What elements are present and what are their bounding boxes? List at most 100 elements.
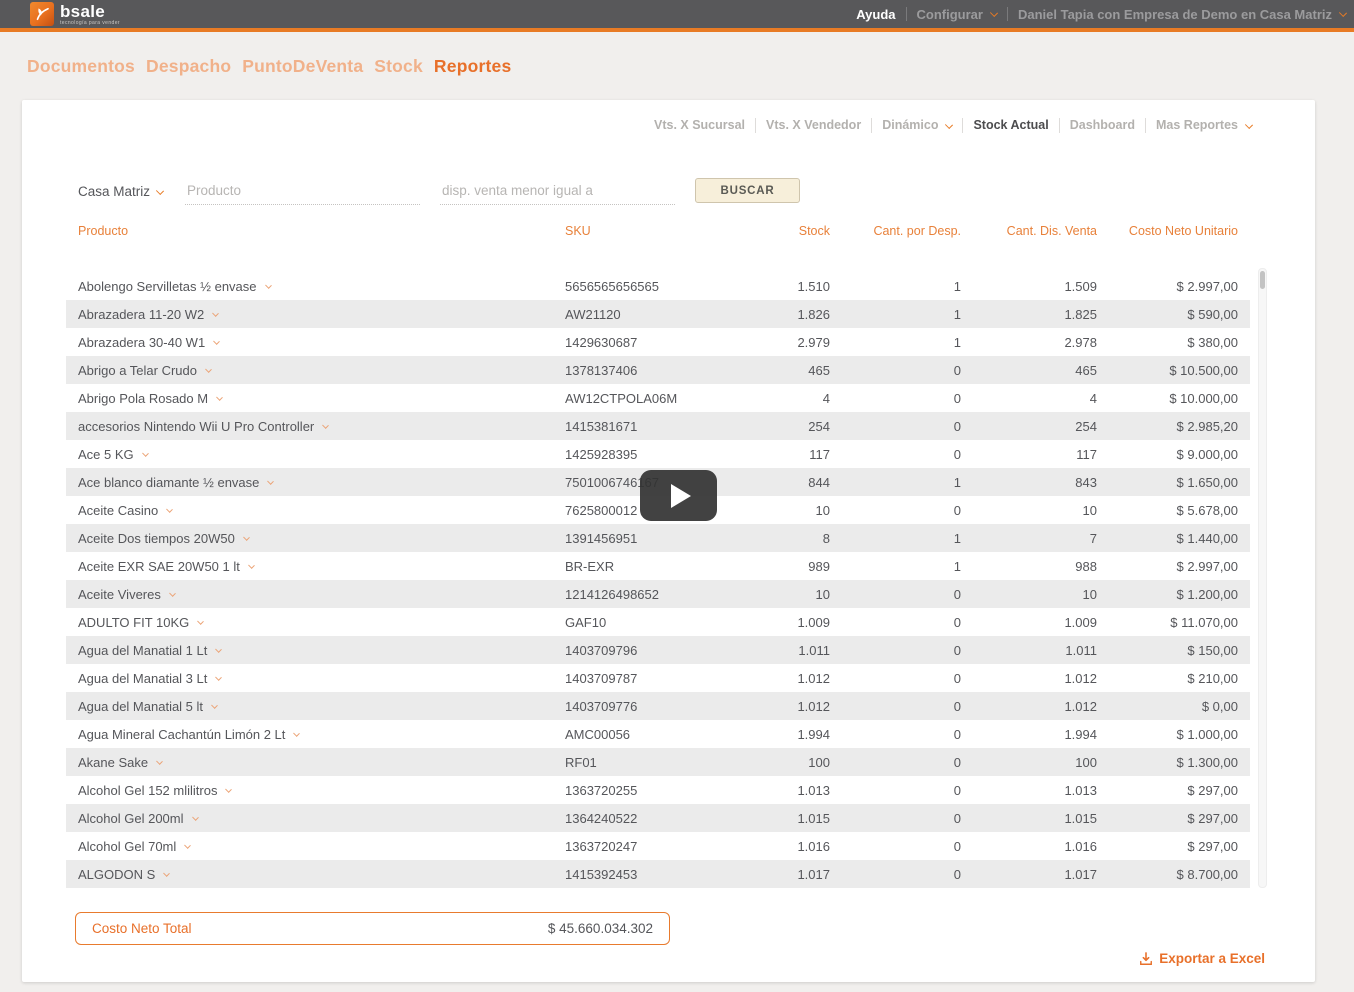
product-actions-chevron-icon[interactable] bbox=[212, 310, 219, 317]
cell-product: Akane Sake bbox=[66, 755, 565, 770]
cell-dis: 1.012 bbox=[961, 671, 1097, 686]
cell-desp: 1 bbox=[830, 335, 961, 350]
cell-stock: 254 bbox=[700, 419, 830, 434]
tab-vts-x-sucursal[interactable]: Vts. X Sucursal bbox=[644, 118, 756, 133]
product-name: Abrazadera 11-20 W2 bbox=[78, 307, 204, 322]
cell-dis: 988 bbox=[961, 559, 1097, 574]
product-actions-chevron-icon[interactable] bbox=[169, 590, 176, 597]
branch-selector[interactable]: Casa Matriz bbox=[78, 184, 185, 205]
bsale-logo-icon bbox=[30, 2, 54, 26]
cell-product: Agua Mineral Cachantún Limón 2 Lt bbox=[66, 727, 565, 742]
topbar-menu: Ayuda Configurar Daniel Tapia con Empres… bbox=[856, 7, 1346, 22]
product-actions-chevron-icon[interactable] bbox=[268, 478, 275, 485]
cell-dis: 1.015 bbox=[961, 811, 1097, 826]
nav-item-reportes[interactable]: Reportes bbox=[434, 56, 511, 77]
cell-sku: AMC00056 bbox=[565, 727, 700, 742]
cell-dis: 1.016 bbox=[961, 839, 1097, 854]
export-excel-link[interactable]: Exportar a Excel bbox=[1139, 951, 1265, 966]
cell-sku: 1403709776 bbox=[565, 699, 700, 714]
tab-din-mico[interactable]: Dinámico bbox=[872, 118, 963, 133]
cell-desp: 0 bbox=[830, 447, 961, 462]
cell-stock: 8 bbox=[700, 531, 830, 546]
cell-costo: $ 9.000,00 bbox=[1097, 447, 1250, 462]
product-actions-chevron-icon[interactable] bbox=[216, 646, 223, 653]
product-filter-input[interactable] bbox=[185, 179, 420, 205]
cell-stock: 10 bbox=[700, 503, 830, 518]
cell-sku: 1363720247 bbox=[565, 839, 700, 854]
table-scrollbar[interactable] bbox=[1258, 268, 1267, 888]
cell-costo: $ 1.650,00 bbox=[1097, 475, 1250, 490]
cell-stock: 465 bbox=[700, 363, 830, 378]
tab-vts-x-vendedor[interactable]: Vts. X Vendedor bbox=[756, 118, 872, 133]
plant-icon bbox=[33, 5, 51, 23]
cell-costo: $ 297,00 bbox=[1097, 783, 1250, 798]
table-row: Aceite EXR SAE 20W50 1 ltBR-EXR9891988$ … bbox=[66, 552, 1250, 580]
product-actions-chevron-icon[interactable] bbox=[197, 618, 204, 625]
nav-item-despacho[interactable]: Despacho bbox=[146, 56, 231, 77]
cell-sku: 1403709796 bbox=[565, 643, 700, 658]
user-menu[interactable]: Daniel Tapia con Empresa de Demo en Casa… bbox=[1018, 7, 1346, 22]
cell-product: Aceite EXR SAE 20W50 1 lt bbox=[66, 559, 565, 574]
product-actions-chevron-icon[interactable] bbox=[205, 366, 212, 373]
product-actions-chevron-icon[interactable] bbox=[322, 422, 329, 429]
product-actions-chevron-icon[interactable] bbox=[248, 562, 255, 569]
product-actions-chevron-icon[interactable] bbox=[213, 338, 220, 345]
nav-item-documentos[interactable]: Documentos bbox=[27, 56, 135, 77]
product-name: Agua del Manatial 3 Lt bbox=[78, 671, 207, 686]
cell-product: Alcohol Gel 70ml bbox=[66, 839, 565, 854]
product-actions-chevron-icon[interactable] bbox=[216, 394, 223, 401]
disp-venta-filter-input[interactable] bbox=[440, 179, 675, 205]
cell-sku: 1391456951 bbox=[565, 531, 700, 546]
product-actions-chevron-icon[interactable] bbox=[243, 534, 250, 541]
cell-stock: 1.510 bbox=[700, 279, 830, 294]
cell-product: Agua del Manatial 1 Lt bbox=[66, 643, 565, 658]
product-actions-chevron-icon[interactable] bbox=[226, 786, 233, 793]
cell-stock: 1.011 bbox=[700, 643, 830, 658]
tab-stock-actual[interactable]: Stock Actual bbox=[963, 118, 1059, 133]
video-play-button[interactable] bbox=[640, 470, 717, 521]
cell-product: Aceite Casino bbox=[66, 503, 565, 518]
cell-dis: 465 bbox=[961, 363, 1097, 378]
product-actions-chevron-icon[interactable] bbox=[216, 674, 223, 681]
cell-sku: AW12CTPOLA06M bbox=[565, 391, 700, 406]
buscar-button[interactable]: BUSCAR bbox=[695, 178, 800, 203]
cell-costo: $ 297,00 bbox=[1097, 839, 1250, 854]
play-icon bbox=[671, 484, 691, 508]
product-actions-chevron-icon[interactable] bbox=[156, 758, 163, 765]
cell-dis: 1.994 bbox=[961, 727, 1097, 742]
product-name: accesorios Nintendo Wii U Pro Controller bbox=[78, 419, 314, 434]
bsale-logo[interactable]: bsale tecnología para vender bbox=[30, 2, 120, 26]
cell-sku: 1403709787 bbox=[565, 671, 700, 686]
cell-stock: 1.012 bbox=[700, 671, 830, 686]
cell-stock: 4 bbox=[700, 391, 830, 406]
product-actions-chevron-icon[interactable] bbox=[294, 730, 301, 737]
nav-item-stock[interactable]: Stock bbox=[374, 56, 423, 77]
cell-stock: 1.016 bbox=[700, 839, 830, 854]
cell-sku: GAF10 bbox=[565, 615, 700, 630]
topbar-separator bbox=[906, 7, 907, 21]
scrollbar-thumb[interactable] bbox=[1260, 271, 1265, 289]
product-actions-chevron-icon[interactable] bbox=[184, 842, 191, 849]
cell-desp: 0 bbox=[830, 615, 961, 630]
table-row: Aceite Viveres121412649865210010$ 1.200,… bbox=[66, 580, 1250, 608]
cell-desp: 0 bbox=[830, 643, 961, 658]
product-actions-chevron-icon[interactable] bbox=[163, 870, 170, 877]
cell-product: Agua del Manatial 3 Lt bbox=[66, 671, 565, 686]
tab-dashboard[interactable]: Dashboard bbox=[1060, 118, 1146, 133]
cell-product: ADULTO FIT 10KG bbox=[66, 615, 565, 630]
nav-item-puntodeventa[interactable]: PuntoDeVenta bbox=[242, 56, 363, 77]
cell-stock: 1.012 bbox=[700, 699, 830, 714]
cell-dis: 1.012 bbox=[961, 699, 1097, 714]
product-actions-chevron-icon[interactable] bbox=[142, 450, 149, 457]
product-name: Agua Mineral Cachantún Limón 2 Lt bbox=[78, 727, 285, 742]
configure-menu[interactable]: Configurar bbox=[917, 7, 997, 22]
product-actions-chevron-icon[interactable] bbox=[192, 814, 199, 821]
product-actions-chevron-icon[interactable] bbox=[166, 506, 173, 513]
product-actions-chevron-icon[interactable] bbox=[211, 702, 218, 709]
cell-costo: $ 150,00 bbox=[1097, 643, 1250, 658]
topbar-separator bbox=[1007, 7, 1008, 21]
product-actions-chevron-icon[interactable] bbox=[265, 282, 272, 289]
help-link[interactable]: Ayuda bbox=[856, 7, 895, 22]
tab-mas-reportes[interactable]: Mas Reportes bbox=[1146, 118, 1252, 133]
cell-sku: 1429630687 bbox=[565, 335, 700, 350]
